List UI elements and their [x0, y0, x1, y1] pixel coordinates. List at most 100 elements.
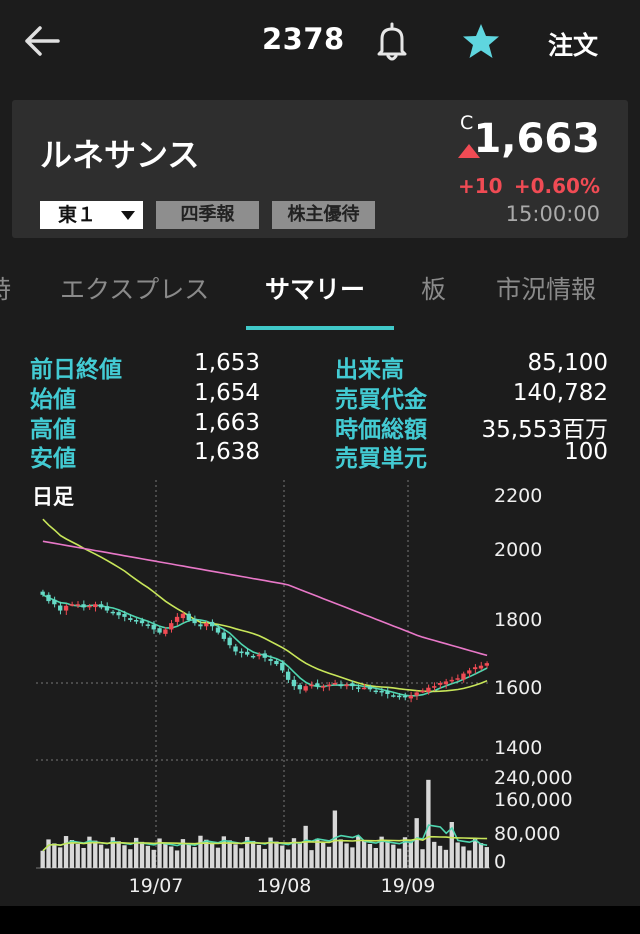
candle-body [221, 632, 227, 639]
stat-value: 85,100 [527, 350, 608, 376]
volume-bar [367, 844, 373, 868]
dropdown-icon [121, 211, 135, 220]
candle-body [478, 665, 484, 669]
stock-code: 2378 [262, 22, 345, 56]
volume-bar [408, 841, 414, 868]
price-change-percent: +0.60% [513, 174, 600, 198]
current-price: 1,663 [473, 116, 600, 162]
candle-body [245, 651, 250, 655]
tab-market-info[interactable]: 市況情報 [496, 270, 596, 306]
candle-body [338, 684, 343, 687]
volume-bar [391, 844, 396, 868]
volume-bar [478, 843, 484, 868]
bell-icon[interactable] [374, 20, 410, 62]
candle-body [344, 684, 349, 687]
volume-bar [52, 843, 57, 868]
tab-bar: 時 エクスプレス サマリー 板 市況情報 [0, 256, 640, 330]
volume-bar [309, 850, 314, 868]
candle-body [204, 623, 209, 627]
tab-express[interactable]: エクスプレス [60, 270, 209, 306]
volume-bar [437, 845, 443, 868]
volume-bar [303, 825, 308, 868]
volume-bar [98, 844, 104, 868]
stat-label: 前日終値 [30, 357, 122, 383]
quote-card: ルネサンス C 1,663 +10 +0.60% 15:00:00 東１ 四季報… [12, 100, 628, 238]
volume-bar [326, 846, 332, 868]
volume-bar [443, 849, 449, 868]
candle-body [443, 681, 449, 685]
candle-body [151, 624, 156, 630]
stat-label: 安値 [30, 446, 76, 472]
candle-body [180, 613, 186, 619]
arrow-left-icon[interactable] [22, 24, 62, 58]
ma-short-line [42, 594, 488, 697]
volume-tick-label: 160,000 [494, 789, 573, 811]
candle-body [449, 679, 454, 682]
candle-body [361, 687, 367, 690]
volume-bar [373, 847, 378, 868]
volume-bar [40, 850, 45, 868]
candle-body [215, 627, 221, 633]
candle-body [303, 686, 308, 691]
candle-body [46, 594, 51, 602]
volume-bar [192, 847, 197, 868]
candles [40, 589, 489, 703]
candle-body [98, 604, 104, 608]
candle-body [163, 629, 168, 634]
candle-body [262, 653, 267, 658]
tab-summary[interactable]: サマリー [265, 270, 365, 306]
candle-body [356, 687, 361, 689]
quarterly-report-button[interactable]: 四季報 [156, 201, 259, 229]
volume-bar [396, 848, 402, 868]
market-select[interactable]: 東１ [40, 201, 143, 229]
volume-bar [414, 818, 419, 868]
candle-body [186, 613, 191, 620]
candle-body [110, 611, 115, 614]
candle-body [297, 684, 302, 690]
candle-body [58, 605, 63, 611]
candle-body [484, 663, 489, 666]
chart-grid [36, 480, 490, 869]
volume-bar [280, 845, 285, 868]
volume-bar [58, 847, 63, 868]
candle-body [63, 605, 69, 611]
volume-bar [81, 847, 86, 868]
candle-body [321, 686, 326, 688]
volume-bar [151, 849, 156, 868]
candle-body [268, 659, 273, 661]
candle-body [104, 606, 110, 611]
star-icon[interactable] [462, 22, 500, 60]
volume-bar [262, 848, 267, 868]
volume-bar [227, 840, 232, 868]
stat-value: 1,638 [194, 439, 260, 465]
candle-body [414, 692, 419, 696]
candle-body [233, 646, 238, 652]
shareholder-benefit-button[interactable]: 株主優待 [272, 201, 375, 229]
volume-bars [40, 779, 489, 868]
daily-chart[interactable]: 日足 2200 2000 1800 1600 1400 240,000160,000 80,… [0, 476, 640, 906]
volume-bar [198, 835, 203, 868]
price-tick-label: 2200 [494, 485, 542, 507]
volume-bar [116, 841, 121, 868]
volume-bar [420, 849, 425, 868]
volume-bar [46, 839, 51, 868]
volume-bar [361, 840, 367, 868]
volume-bar [274, 841, 279, 868]
tab-board[interactable]: 板 [421, 270, 446, 306]
volume-bar [69, 840, 75, 868]
candle-body [93, 604, 98, 608]
tab-timeline[interactable]: 時 [0, 270, 11, 306]
candle-body [274, 660, 279, 665]
volume-bar [297, 842, 302, 868]
volume-bar [285, 849, 291, 868]
candle-body [467, 670, 472, 674]
price-tick-label: 1600 [494, 677, 542, 699]
volume-bar [139, 841, 145, 868]
stat-label: 始値 [30, 387, 76, 413]
volume-bar [256, 844, 262, 868]
order-button[interactable]: 注文 [548, 26, 598, 62]
stat-label: 売買単元 [335, 446, 427, 472]
candle-body [402, 695, 408, 698]
candle-body [198, 624, 203, 627]
volume-bar [467, 850, 472, 868]
